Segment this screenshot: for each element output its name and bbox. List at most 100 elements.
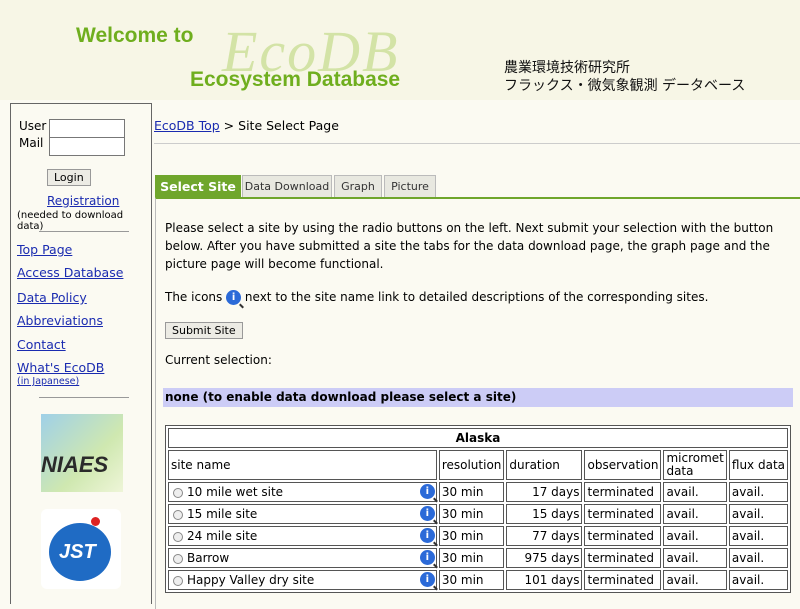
nav-data-policy[interactable]: Data Policy	[17, 290, 87, 305]
nav-access-database[interactable]: Access Database	[17, 265, 123, 280]
site-radio[interactable]	[173, 575, 183, 586]
site-info-icon[interactable]: i	[419, 550, 435, 565]
table-row: 10 mile wet site i 30 min 17 days termina…	[168, 482, 788, 502]
site-name: Happy Valley dry site	[187, 573, 315, 587]
col-flux: flux data	[728, 450, 788, 480]
flux-cell: avail.	[728, 526, 788, 546]
nav-whats-ecodb[interactable]: What's EcoDB	[17, 360, 104, 375]
micromet-cell: avail.	[663, 482, 727, 502]
institute-name-jp: 農業環境技術研究所	[504, 60, 630, 76]
jst-logo-text: JST	[59, 541, 96, 563]
submit-site-button[interactable]: Submit Site	[165, 322, 243, 339]
site-name: Barrow	[187, 551, 230, 565]
table-row: Barrow i 30 min 975 days terminated avail…	[168, 548, 788, 568]
site-name: 10 mile wet site	[187, 485, 284, 499]
site-table: Alaska site name resolution duration obs…	[165, 425, 791, 593]
micromet-cell: avail.	[663, 526, 727, 546]
jst-logo-dot	[91, 517, 100, 526]
site-radio[interactable]	[173, 509, 183, 520]
site-cell: 24 mile site i	[168, 526, 437, 546]
site-info-icon[interactable]: i	[419, 484, 435, 499]
info-magnifier-icon: i	[226, 290, 242, 305]
region-header: Alaska	[168, 428, 788, 448]
breadcrumb-home[interactable]: EcoDB Top	[154, 118, 220, 133]
tab-select-site[interactable]: Select Site	[155, 175, 241, 198]
observation-cell: terminated	[584, 504, 662, 524]
duration-cell: 101 days	[506, 570, 583, 590]
resolution-cell: 30 min	[438, 548, 505, 568]
flux-cell: avail.	[728, 504, 788, 524]
site-radio[interactable]	[173, 553, 183, 564]
site-subtitle: Ecosystem Database	[190, 68, 401, 91]
flux-cell: avail.	[728, 548, 788, 568]
duration-cell: 15 days	[506, 504, 583, 524]
registration-note: (needed to download data)	[17, 210, 124, 232]
resolution-cell: 30 min	[438, 504, 505, 524]
niaes-logo[interactable]: NIAES	[41, 414, 123, 492]
site-radio[interactable]	[173, 487, 183, 498]
col-micromet: micromet data	[663, 450, 727, 480]
jst-logo[interactable]: JST	[41, 509, 121, 589]
welcome-text: Welcome to	[76, 24, 194, 47]
niaes-logo-text: NIAES	[41, 452, 109, 477]
resolution-cell: 30 min	[438, 526, 505, 546]
duration-cell: 975 days	[506, 548, 583, 568]
table-row: Happy Valley dry site i 30 min 101 days t…	[168, 570, 788, 590]
observation-cell: terminated	[584, 526, 662, 546]
table-header-row: site name resolution duration observatio…	[168, 450, 788, 480]
breadcrumb: EcoDB Top > Site Select Page	[154, 118, 339, 133]
database-name-jp: フラックス・微気象観測 データベース	[504, 78, 746, 94]
current-selection-value: none (to enable data download please sel…	[163, 388, 793, 407]
site-cell: 15 mile site i	[168, 504, 437, 524]
sidebar: User Mail Login Registration (needed to …	[10, 103, 152, 604]
mail-label: Mail	[19, 136, 44, 150]
site-cell: Happy Valley dry site i	[168, 570, 437, 590]
table-row: 24 mile site i 30 min 77 days terminated …	[168, 526, 788, 546]
divider	[39, 231, 129, 232]
divider	[154, 143, 800, 144]
observation-cell: terminated	[584, 482, 662, 502]
site-info-icon[interactable]: i	[419, 572, 435, 587]
icons-note: The icons i next to the site name link t…	[165, 290, 708, 305]
observation-cell: terminated	[584, 570, 662, 590]
mail-input[interactable]	[49, 137, 125, 156]
tab-picture[interactable]: Picture	[384, 175, 436, 198]
col-duration: duration	[506, 450, 583, 480]
duration-cell: 17 days	[506, 482, 583, 502]
site-info-icon[interactable]: i	[419, 528, 435, 543]
tab-graph[interactable]: Graph	[334, 175, 382, 198]
resolution-cell: 30 min	[438, 570, 505, 590]
site-cell: Barrow i	[168, 548, 437, 568]
flux-cell: avail.	[728, 570, 788, 590]
site-name: 15 mile site	[187, 507, 258, 521]
site-info-icon[interactable]: i	[419, 506, 435, 521]
nav-top-page[interactable]: Top Page	[17, 242, 72, 257]
nav-contact[interactable]: Contact	[17, 337, 66, 352]
page-header: EcoDB Welcome to Ecosystem Database 農業環境…	[0, 0, 800, 100]
observation-cell: terminated	[584, 548, 662, 568]
micromet-cell: avail.	[663, 504, 727, 524]
breadcrumb-separator: >	[223, 118, 235, 133]
current-selection-label: Current selection:	[165, 353, 272, 367]
col-resolution: resolution	[438, 450, 505, 480]
tab-data-download[interactable]: Data Download	[242, 175, 332, 198]
divider	[39, 397, 129, 398]
site-cell: 10 mile wet site i	[168, 482, 437, 502]
micromet-cell: avail.	[663, 570, 727, 590]
site-name: 24 mile site	[187, 529, 258, 543]
user-label: User	[19, 119, 47, 133]
resolution-cell: 30 min	[438, 482, 505, 502]
login-button[interactable]: Login	[47, 169, 91, 186]
breadcrumb-current: Site Select Page	[238, 118, 339, 133]
instructions-text: Please select a site by using the radio …	[165, 221, 774, 271]
duration-cell: 77 days	[506, 526, 583, 546]
registration-link[interactable]: Registration	[47, 194, 119, 208]
user-input[interactable]	[49, 119, 125, 138]
table-row: 15 mile site i 30 min 15 days terminated …	[168, 504, 788, 524]
nav-abbreviations[interactable]: Abbreviations	[17, 313, 103, 328]
col-observation: observation	[584, 450, 662, 480]
col-site-name: site name	[168, 450, 437, 480]
nav-in-japanese[interactable]: (in Japanese)	[17, 376, 79, 387]
site-radio[interactable]	[173, 531, 183, 542]
icons-note-suffix: next to the site name link to detailed d…	[244, 290, 709, 304]
